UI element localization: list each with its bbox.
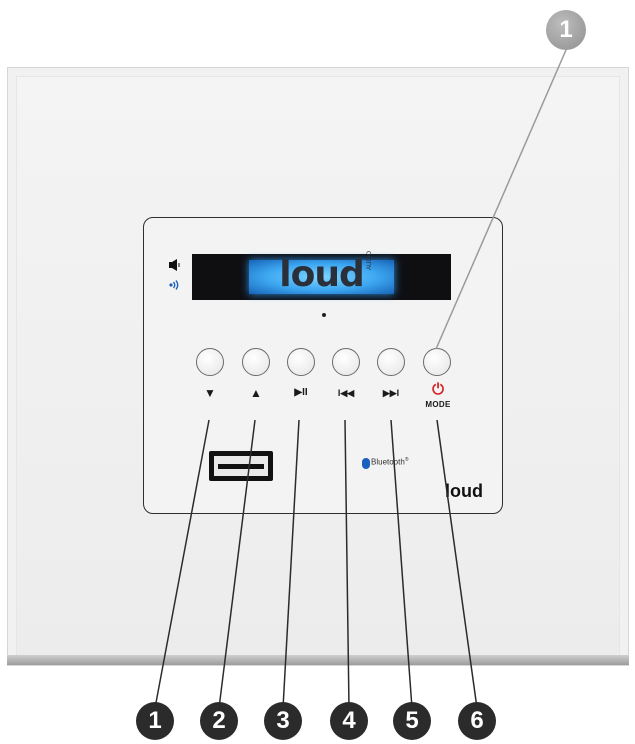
callout-badge-6: 6 xyxy=(458,702,496,740)
brand-label: loud xyxy=(445,481,483,501)
callout-badge-1: 1 xyxy=(136,702,174,740)
mode-button[interactable] xyxy=(423,348,451,376)
previous-icon: I◀◀ xyxy=(337,388,355,398)
down-icon: ▼ xyxy=(204,386,216,400)
ir-sensor-dot xyxy=(322,313,326,317)
next-button[interactable] xyxy=(377,348,405,376)
next-icon: ▶▶I xyxy=(382,388,400,398)
lcd-display: loud AUDIO xyxy=(192,251,451,300)
callout-badge-top: 1 xyxy=(546,10,586,50)
power-icon: ⏻ xyxy=(432,381,444,398)
callout-badge-2: 2 xyxy=(200,702,238,740)
usb-port-tongue xyxy=(218,464,264,469)
bluetooth-label: Bluetooth® xyxy=(371,457,409,467)
usb-port[interactable] xyxy=(209,451,273,481)
wall-plate-edge xyxy=(7,655,629,665)
play-pause-button[interactable] xyxy=(287,348,315,376)
callout-badge-5: 5 xyxy=(393,702,431,740)
callout-badge-3: 3 xyxy=(264,702,302,740)
up-button[interactable] xyxy=(242,348,270,376)
bluetooth-registered-mark: ® xyxy=(404,457,409,463)
mode-label: MODE xyxy=(425,400,451,409)
bluetooth-signal-icon xyxy=(169,280,179,290)
lcd-backlight: loud AUDIO xyxy=(249,251,394,295)
usb-port-opening xyxy=(214,456,268,476)
play-pause-icon: ▶II xyxy=(294,387,308,398)
bluetooth-icon xyxy=(362,458,370,469)
previous-button[interactable] xyxy=(332,348,360,376)
lcd-logo-subtext: AUDIO xyxy=(367,250,373,270)
callout-badge-4: 4 xyxy=(330,702,368,740)
up-icon: ▲ xyxy=(250,386,262,400)
down-button[interactable] xyxy=(196,348,224,376)
speaker-icon xyxy=(169,259,180,271)
